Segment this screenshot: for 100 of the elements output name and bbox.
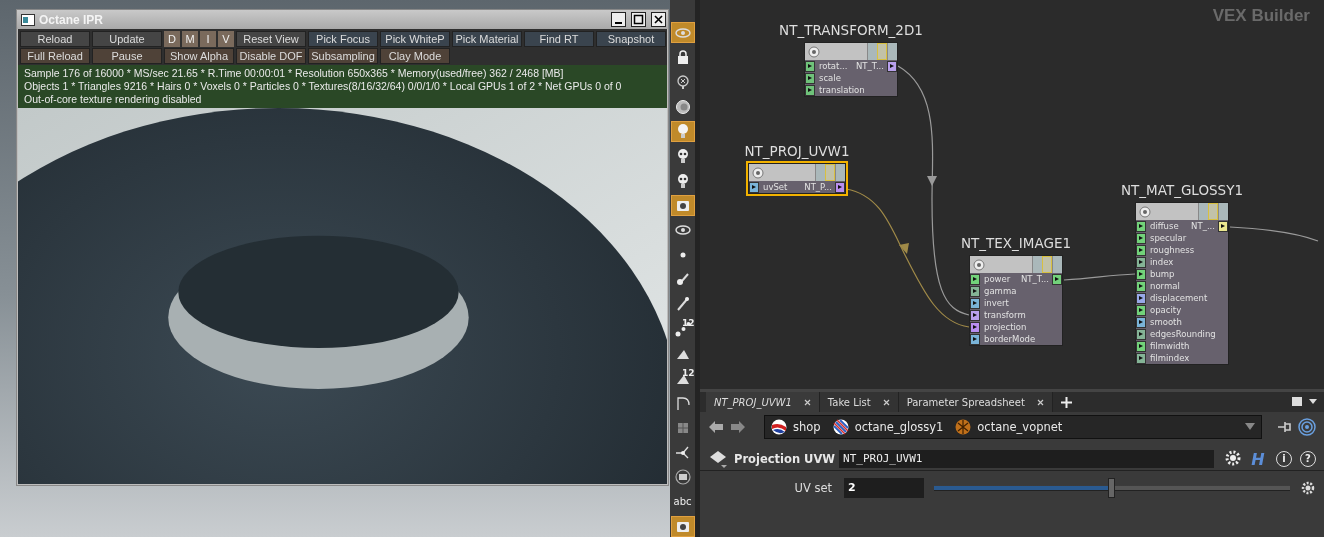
node-flag[interactable] <box>1052 256 1062 273</box>
toggle-button[interactable]: M <box>182 31 198 47</box>
input-port[interactable] <box>970 297 980 309</box>
node-flag[interactable] <box>815 164 825 181</box>
input-port[interactable] <box>749 181 759 193</box>
input-port[interactable] <box>1136 328 1146 340</box>
port-label: diffuse <box>1149 221 1180 231</box>
node-title: NT_TRANSFORM_2D1 <box>779 21 923 39</box>
toolbar-button[interactable]: Reload <box>20 31 90 47</box>
toolbar-button[interactable]: Pick Focus <box>308 31 378 47</box>
back-arrow-icon[interactable] <box>708 420 724 434</box>
camera-tool[interactable] <box>670 194 695 216</box>
window-title: Octane IPR <box>39 12 104 27</box>
node-name-field[interactable]: NT_PROJ_UVW1 <box>839 450 1214 468</box>
node-flag[interactable] <box>825 164 835 181</box>
input-port[interactable] <box>1136 280 1146 292</box>
toolbar-button[interactable]: Snapshot <box>596 31 666 47</box>
path-crumb[interactable]: octane_glossy1 <box>832 419 944 435</box>
paint-tool[interactable]: 12 <box>670 367 695 389</box>
input-port[interactable] <box>1136 220 1146 232</box>
bulb-tool[interactable] <box>670 120 695 142</box>
input-port[interactable] <box>1136 340 1146 352</box>
node-flag[interactable] <box>1042 256 1052 273</box>
node-flag[interactable] <box>1032 256 1042 273</box>
gear-icon[interactable] <box>1300 480 1316 496</box>
toolbar-button[interactable]: Pause <box>92 48 162 64</box>
node-type-icon <box>708 449 730 469</box>
toolbar-button[interactable]: Update <box>92 31 162 47</box>
toolbar-button[interactable]: Find RT <box>524 31 594 47</box>
input-port[interactable] <box>970 333 980 345</box>
path-crumb[interactable]: shop <box>771 419 821 435</box>
slider-thumb[interactable] <box>1108 478 1115 498</box>
input-port[interactable] <box>1136 316 1146 328</box>
curve-icon <box>674 394 691 411</box>
pane-tab[interactable]: Parameter Spreadsheet <box>898 392 1053 412</box>
input-port[interactable] <box>805 60 815 72</box>
toolbar-button[interactable]: Subsampling <box>308 48 378 64</box>
toolbar-button[interactable]: Show Alpha <box>164 48 234 64</box>
input-port[interactable] <box>805 84 815 96</box>
text-tool[interactable]: abc <box>670 491 695 513</box>
input-port[interactable] <box>1136 304 1146 316</box>
maximize-icon[interactable] <box>631 12 646 27</box>
network-node[interactable]: rotat... NT_T... scale translation <box>804 42 898 97</box>
input-port[interactable] <box>1136 352 1146 364</box>
network-node[interactable]: uvSet NT_P... <box>748 163 846 194</box>
toolbar-button[interactable]: Full Reload <box>20 48 90 64</box>
network-node[interactable]: diffuse NT_... specular roughness index bump normal displacement opacity smooth edgesRounding filmwidth filmindex <box>1135 202 1229 365</box>
close-icon[interactable] <box>651 12 666 27</box>
target-icon[interactable] <box>1298 418 1316 436</box>
input-port[interactable] <box>1136 292 1146 304</box>
output-label: NT_... <box>1191 221 1216 231</box>
node-flag[interactable] <box>877 43 887 60</box>
pane-tab[interactable]: NT_PROJ_UVW1 <box>706 392 820 412</box>
input-port[interactable] <box>970 321 980 333</box>
toggle-button[interactable]: D <box>164 31 180 47</box>
input-port[interactable] <box>970 273 980 285</box>
node-flag[interactable] <box>1218 203 1228 220</box>
network-node[interactable]: power NT_T... gamma invert transform projection borderMode <box>969 255 1063 346</box>
toolbar-button[interactable]: Reset View <box>236 31 306 47</box>
forward-arrow-icon[interactable] <box>730 420 746 434</box>
toggle-button[interactable]: I <box>200 31 216 47</box>
value-field[interactable]: 2 <box>844 478 924 498</box>
node-flag[interactable] <box>1198 203 1208 220</box>
points-tool[interactable]: 12 <box>670 318 695 340</box>
input-port[interactable] <box>1136 232 1146 244</box>
path-bar[interactable]: shop octane_glossy1 octane_vopnet <box>764 415 1262 439</box>
toolbar-button[interactable]: Pick Material <box>452 31 522 47</box>
toggle-button[interactable]: V <box>218 31 234 47</box>
pin-icon[interactable] <box>1276 420 1292 434</box>
pen-icon <box>674 296 691 313</box>
eye-tool[interactable] <box>670 22 695 43</box>
input-port[interactable] <box>970 309 980 321</box>
input-port[interactable] <box>1136 268 1146 280</box>
output-port[interactable] <box>1218 220 1228 232</box>
node-flag[interactable] <box>1208 203 1218 220</box>
pane-menu-icon[interactable] <box>1292 397 1318 407</box>
toolbar-button[interactable]: Disable DOF <box>236 48 306 64</box>
port-label: filmindex <box>1149 353 1191 363</box>
output-port[interactable] <box>887 60 897 72</box>
camera-tool[interactable] <box>670 515 695 537</box>
brush-icon <box>674 271 691 288</box>
input-port[interactable] <box>805 72 815 84</box>
input-port[interactable] <box>970 285 980 297</box>
path-crumb[interactable]: octane_vopnet <box>955 419 1063 435</box>
port-label: roughness <box>1149 245 1196 255</box>
node-flag[interactable] <box>887 43 897 60</box>
input-port[interactable] <box>1136 244 1146 256</box>
pane-tab[interactable]: Take List <box>819 392 899 412</box>
minimize-icon[interactable] <box>611 12 626 27</box>
toolbar-button[interactable]: Pick WhiteP <box>380 31 450 47</box>
output-port[interactable] <box>835 181 845 193</box>
output-port[interactable] <box>1052 273 1062 285</box>
node-title: NT_PROJ_UVW1 <box>744 142 850 160</box>
node-flag[interactable] <box>867 43 877 60</box>
dropdown-caret-icon[interactable] <box>1245 423 1255 431</box>
node-flag[interactable] <box>835 164 845 181</box>
add-tab-icon[interactable] <box>1060 396 1072 408</box>
input-port[interactable] <box>1136 256 1146 268</box>
toolbar-button[interactable]: Clay Mode <box>380 48 450 64</box>
port-label: power <box>983 274 1012 284</box>
